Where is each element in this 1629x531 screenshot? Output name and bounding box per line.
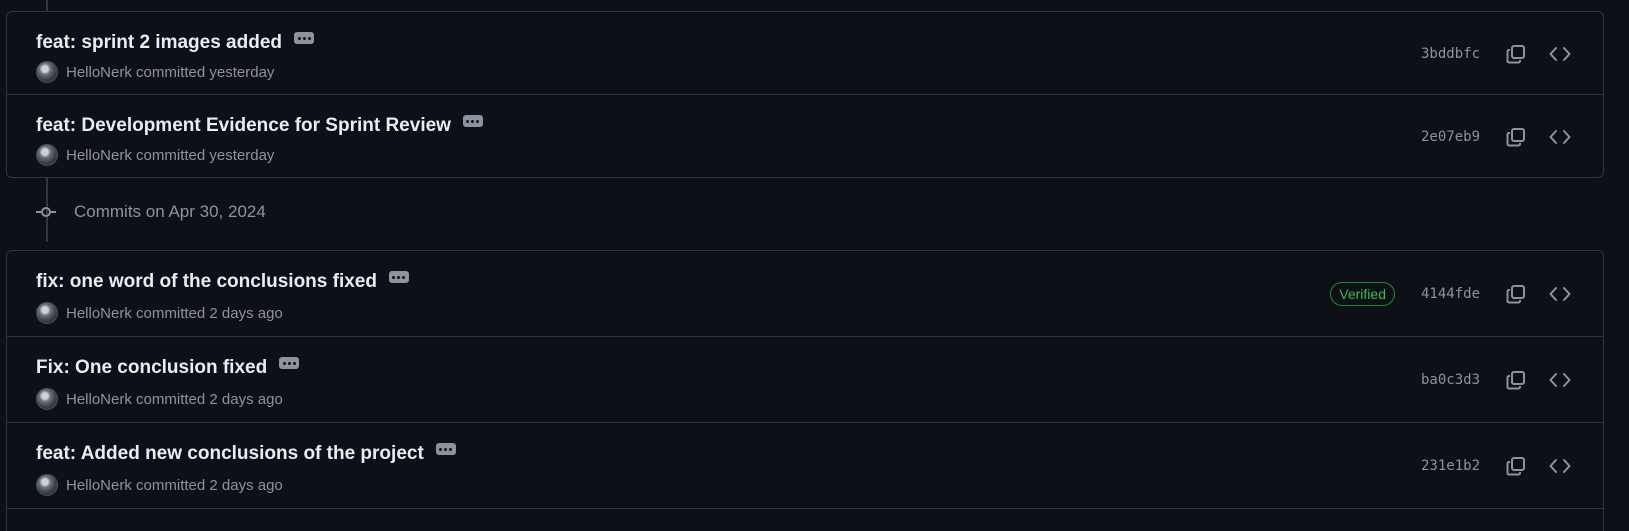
copy-sha-button[interactable] bbox=[1501, 279, 1531, 309]
commit-time: committed yesterday bbox=[136, 146, 275, 164]
commit-sha-link[interactable]: 2e07eb9 bbox=[1421, 129, 1487, 145]
commit-group-2: fix: one word of the conclusions fixed H… bbox=[6, 250, 1604, 531]
browse-repo-button[interactable] bbox=[1545, 39, 1575, 69]
ellipsis-icon[interactable] bbox=[435, 443, 456, 455]
commit-title-link[interactable]: Fix: One conclusion fixed bbox=[36, 357, 267, 379]
copy-sha-button[interactable] bbox=[1501, 39, 1531, 69]
copy-icon bbox=[1506, 128, 1525, 147]
ellipsis-icon[interactable] bbox=[388, 271, 409, 283]
commit-row: feat: Added new conclusions of the proje… bbox=[7, 423, 1603, 509]
copy-icon bbox=[1506, 457, 1525, 476]
commit-time: committed yesterday bbox=[136, 63, 275, 81]
commit-row: feat: Development Evidence for Sprint Re… bbox=[7, 95, 1603, 177]
commit-time: committed 2 days ago bbox=[136, 476, 283, 494]
commit-time: committed 2 days ago bbox=[136, 390, 283, 408]
author-link[interactable]: HelloNerk bbox=[66, 305, 132, 322]
commit-group-1: feat: sprint 2 images added HelloNerk co… bbox=[6, 11, 1604, 178]
verified-badge[interactable]: Verified bbox=[1330, 282, 1395, 306]
browse-repo-button[interactable] bbox=[1545, 451, 1575, 481]
copy-icon bbox=[1506, 371, 1525, 390]
ellipsis-icon[interactable] bbox=[462, 115, 483, 127]
copy-sha-button[interactable] bbox=[1501, 451, 1531, 481]
git-commit-icon bbox=[36, 207, 56, 217]
code-brackets-icon bbox=[1549, 373, 1571, 387]
browse-repo-button[interactable] bbox=[1545, 279, 1575, 309]
avatar[interactable] bbox=[36, 388, 58, 410]
commit-title-link[interactable]: feat: Development Evidence for Sprint Re… bbox=[36, 115, 451, 137]
author-link[interactable]: HelloNerk bbox=[66, 64, 132, 81]
commit-row: fix: one word of the conclusions fixed H… bbox=[7, 251, 1603, 337]
commit-row: Fix: One conclusion fixed HelloNerk comm… bbox=[7, 337, 1603, 423]
commit-row: feat: sprint 2 images added HelloNerk co… bbox=[7, 12, 1603, 95]
code-brackets-icon bbox=[1549, 47, 1571, 61]
avatar[interactable] bbox=[36, 302, 58, 324]
author-link[interactable]: HelloNerk bbox=[66, 147, 132, 164]
browse-repo-button[interactable] bbox=[1545, 365, 1575, 395]
date-header-label: Commits on Apr 30, 2024 bbox=[74, 202, 266, 221]
commit-title-link[interactable]: fix: one word of the conclusions fixed bbox=[36, 271, 377, 293]
commit-sha-link[interactable]: 4144fde bbox=[1421, 286, 1487, 302]
copy-sha-button[interactable] bbox=[1501, 365, 1531, 395]
avatar[interactable] bbox=[36, 474, 58, 496]
commit-sha-link[interactable]: ba0c3d3 bbox=[1421, 372, 1487, 388]
commits-date-header: Commits on Apr 30, 2024 bbox=[36, 202, 266, 222]
ellipsis-icon[interactable] bbox=[294, 32, 315, 44]
commit-sha-link[interactable]: 3bddbfc bbox=[1421, 46, 1487, 62]
avatar[interactable] bbox=[36, 61, 58, 83]
code-brackets-icon bbox=[1549, 287, 1571, 301]
author-link[interactable]: HelloNerk bbox=[66, 477, 132, 494]
copy-sha-button[interactable] bbox=[1501, 122, 1531, 152]
commit-title-link[interactable]: feat: sprint 2 images added bbox=[36, 32, 282, 54]
commit-title-link[interactable]: feat: Added new conclusions of the proje… bbox=[36, 443, 424, 465]
author-link[interactable]: HelloNerk bbox=[66, 391, 132, 408]
ellipsis-icon[interactable] bbox=[279, 357, 300, 369]
copy-icon bbox=[1506, 45, 1525, 64]
code-brackets-icon bbox=[1549, 459, 1571, 473]
commit-time: committed 2 days ago bbox=[136, 304, 283, 322]
avatar[interactable] bbox=[36, 144, 58, 166]
copy-icon bbox=[1506, 285, 1525, 304]
commits-page: feat: sprint 2 images added HelloNerk co… bbox=[0, 0, 1629, 531]
commit-sha-link[interactable]: 231e1b2 bbox=[1421, 458, 1487, 474]
code-brackets-icon bbox=[1549, 130, 1571, 144]
browse-repo-button[interactable] bbox=[1545, 122, 1575, 152]
